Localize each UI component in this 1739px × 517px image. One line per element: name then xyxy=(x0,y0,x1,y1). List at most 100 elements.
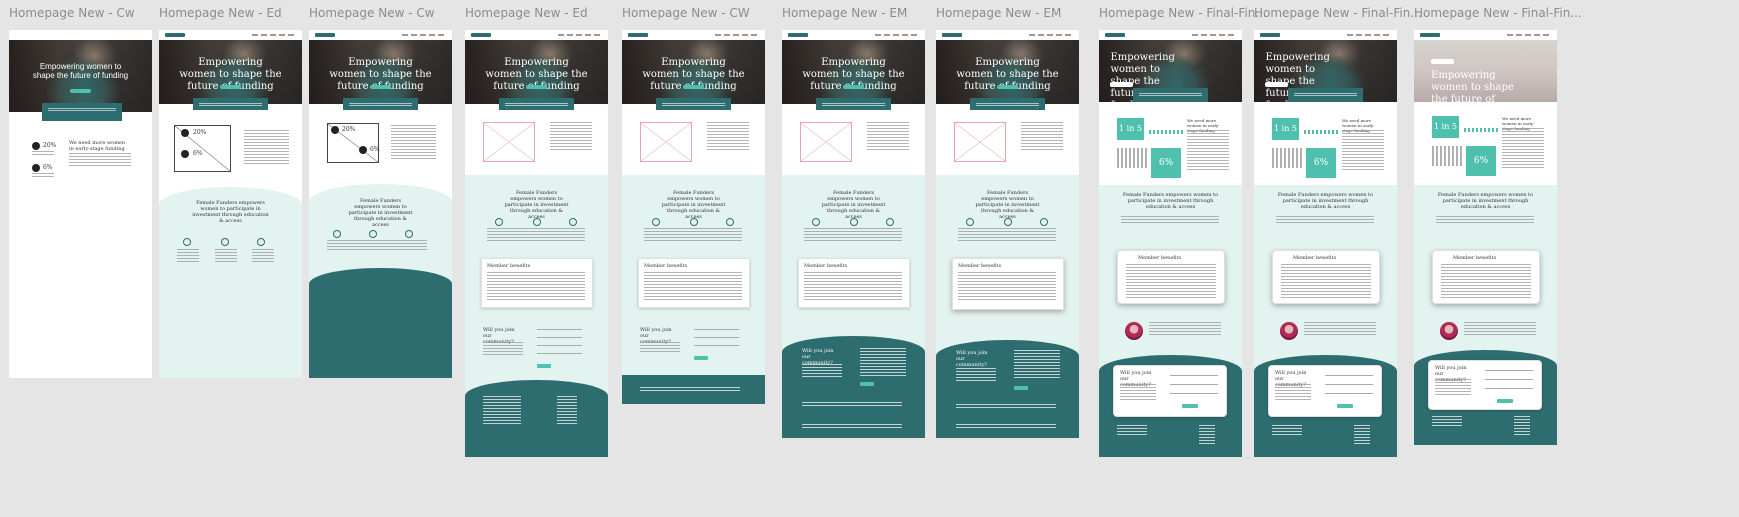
globe-icon xyxy=(1040,218,1048,226)
top-nav xyxy=(159,30,302,40)
form-input[interactable] xyxy=(537,342,582,346)
nav-links[interactable] xyxy=(875,34,919,36)
nav-links[interactable] xyxy=(1029,34,1073,36)
people-icons xyxy=(1464,128,1498,132)
logo[interactable] xyxy=(471,33,491,37)
join-card: Will you join our community? xyxy=(1428,360,1542,410)
form-input[interactable] xyxy=(537,334,582,338)
form-input[interactable] xyxy=(1485,385,1533,389)
hero-cta-button[interactable] xyxy=(220,85,241,89)
stat-value-2: 6% xyxy=(43,164,53,171)
frame-homepage-cw-3[interactable]: Homepage New - CW Empowering women to sh… xyxy=(622,6,765,404)
form-input[interactable] xyxy=(1485,367,1533,371)
frame-homepage-em-2[interactable]: Homepage New - EM Empowering women to sh… xyxy=(936,6,1079,438)
page-canvas: Empowering women to shape the future of … xyxy=(159,30,302,378)
frame-label[interactable]: Homepage New - CW xyxy=(622,6,750,20)
frame-label[interactable]: Homepage New - EM xyxy=(936,6,1061,20)
nav-links[interactable] xyxy=(1192,34,1236,36)
form-input[interactable] xyxy=(694,334,739,338)
feature-text-3 xyxy=(252,249,274,263)
frame-label[interactable]: Homepage New - Cw xyxy=(309,6,435,20)
form-input[interactable] xyxy=(694,342,739,346)
nav-links[interactable] xyxy=(1347,34,1391,36)
frame-homepage-final-1[interactable]: Homepage New - Final-Fin... Empowering w… xyxy=(1099,6,1267,457)
hero-cta-button[interactable] xyxy=(526,85,547,89)
image-placeholder xyxy=(954,122,1006,162)
join-submit-button[interactable] xyxy=(1014,386,1028,390)
frame-label[interactable]: Homepage New - Final-Fin... xyxy=(1099,6,1267,20)
footer-links xyxy=(802,424,902,428)
join-submit-button[interactable] xyxy=(1337,404,1353,408)
benefits-list xyxy=(804,272,902,302)
form-input[interactable] xyxy=(1170,372,1218,376)
form-input[interactable] xyxy=(1325,372,1373,376)
logo[interactable] xyxy=(788,33,808,37)
frame-label[interactable]: Homepage New - Final-Fin... xyxy=(1254,6,1422,20)
intro-box xyxy=(41,103,122,121)
hero-cta-button[interactable] xyxy=(70,89,91,93)
join-submit-button[interactable] xyxy=(1182,404,1198,408)
hero-cta-button[interactable] xyxy=(1265,82,1289,87)
logo[interactable] xyxy=(942,33,962,37)
frame-homepage-final-3[interactable]: Homepage New - Final-Fin... Empowering w… xyxy=(1414,6,1582,445)
frame-homepage-ed-2[interactable]: Homepage New - Ed Empowering women to sh… xyxy=(465,6,608,457)
hero-cta-button[interactable] xyxy=(997,85,1018,89)
hero-cta-button[interactable] xyxy=(1431,59,1455,64)
form-input[interactable] xyxy=(537,350,582,354)
form-input[interactable] xyxy=(694,326,739,330)
join-text xyxy=(1435,379,1471,395)
hero-cta-button[interactable] xyxy=(843,85,864,89)
logo[interactable] xyxy=(628,33,648,37)
form-inputs[interactable] xyxy=(860,348,906,376)
frame-label[interactable]: Homepage New - Final-Fin... xyxy=(1414,6,1582,20)
member-benefits-card: Member benefits xyxy=(952,258,1064,310)
nav-links[interactable] xyxy=(1507,34,1551,36)
hero-cta-button[interactable] xyxy=(683,85,704,89)
nav-links[interactable] xyxy=(558,34,602,36)
form-input[interactable] xyxy=(1325,390,1373,394)
frame-homepage-cw-1[interactable]: Homepage New - Cw Empowering women to sh… xyxy=(9,6,152,378)
testimonial-text xyxy=(1149,322,1221,336)
logo[interactable] xyxy=(1105,33,1125,37)
nav-links[interactable] xyxy=(715,34,759,36)
join-submit-button[interactable] xyxy=(1497,399,1513,403)
benefits-list xyxy=(644,272,742,302)
frame-label[interactable]: Homepage New - Cw xyxy=(9,6,135,20)
benefits-list xyxy=(1126,264,1216,298)
frame-label[interactable]: Homepage New - EM xyxy=(782,6,907,20)
stat-caption-2 xyxy=(32,173,54,179)
stat-value-big-1: 1 in 5 xyxy=(1119,124,1142,133)
section-heading: Female Funders empowers women to partici… xyxy=(1437,192,1534,210)
globe-icon xyxy=(726,218,734,226)
form-input[interactable] xyxy=(1325,381,1373,385)
frame-homepage-em-1[interactable]: Homepage New - EM Empowering women to sh… xyxy=(782,6,925,438)
logo[interactable] xyxy=(165,33,185,37)
join-text xyxy=(1275,384,1311,400)
stat-dot-icon xyxy=(359,146,367,154)
section-heading: Female Funders empowers women to partici… xyxy=(1122,192,1219,210)
frame-homepage-ed-1[interactable]: Homepage New - Ed Empowering women to sh… xyxy=(159,6,302,378)
frame-homepage-final-2[interactable]: Homepage New - Final-Fin... Empowering w… xyxy=(1254,6,1422,457)
frame-label[interactable]: Homepage New - Ed xyxy=(465,6,588,20)
form-input[interactable] xyxy=(1485,376,1533,380)
join-card: Will you join our community? xyxy=(1113,365,1227,417)
join-submit-button[interactable] xyxy=(694,356,708,360)
logo[interactable] xyxy=(1260,33,1280,37)
logo[interactable] xyxy=(315,33,335,37)
logo[interactable] xyxy=(1420,33,1440,37)
form-input[interactable] xyxy=(1170,381,1218,385)
hero-cta-button[interactable] xyxy=(370,85,391,89)
frame-homepage-cw-2[interactable]: Homepage New - Cw Empowering women to sh… xyxy=(309,6,452,378)
nav-links[interactable] xyxy=(402,34,446,36)
frame-label[interactable]: Homepage New - Ed xyxy=(159,6,282,20)
hero-image: Empowering women to shape the future of … xyxy=(936,40,1079,104)
form-input[interactable] xyxy=(537,326,582,330)
form-input[interactable] xyxy=(1170,390,1218,394)
form-inputs[interactable] xyxy=(1014,350,1060,378)
hero-title: Empowering women to shape the future of … xyxy=(32,62,129,80)
nav-links[interactable] xyxy=(252,34,296,36)
join-submit-button[interactable] xyxy=(860,382,874,386)
footer-links xyxy=(557,396,577,426)
hero-cta-button[interactable] xyxy=(1110,82,1134,87)
join-submit-button[interactable] xyxy=(537,364,551,368)
